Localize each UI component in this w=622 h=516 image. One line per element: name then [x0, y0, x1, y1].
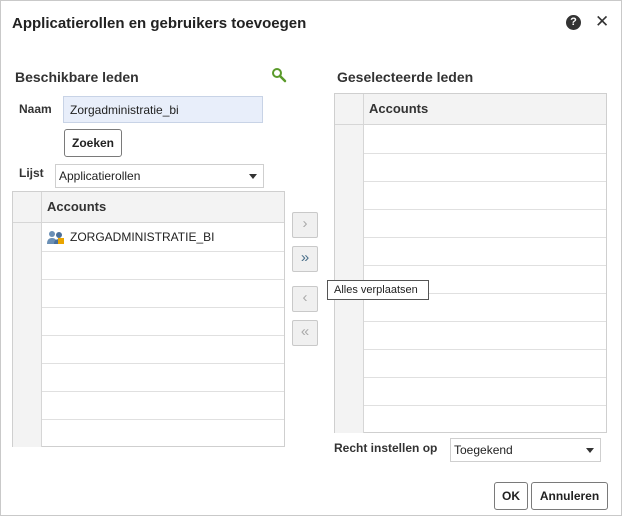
account-name: ZORGADMINISTRATIE_BI	[70, 230, 215, 244]
row-gutter	[335, 209, 364, 237]
row-gutter	[13, 335, 42, 363]
table-header: Accounts	[13, 192, 284, 223]
row-gutter	[335, 349, 364, 377]
chevron-down-icon	[249, 174, 257, 179]
row-gutter	[13, 391, 42, 419]
dialog: Applicatierollen en gebruikers toevoegen…	[0, 0, 622, 516]
table-row	[13, 391, 284, 420]
list-label: Lijst	[19, 166, 44, 180]
cancel-button[interactable]: Annuleren	[531, 482, 608, 510]
table-row	[13, 335, 284, 364]
row-gutter	[335, 321, 364, 349]
row-gutter	[13, 419, 42, 447]
selected-accounts-table: Accounts	[334, 93, 607, 433]
table-header: Accounts	[335, 94, 606, 125]
name-input[interactable]: Zorgadministratie_bi	[63, 96, 263, 123]
name-label: Naam	[19, 102, 52, 116]
dialog-title: Applicatierollen en gebruikers toevoegen	[12, 15, 307, 32]
permission-label: Recht instellen op	[334, 441, 438, 455]
list-select[interactable]: Applicatierollen	[55, 164, 264, 188]
permission-select-value: Toegekend	[454, 443, 513, 457]
row-gutter	[335, 125, 364, 153]
table-row	[13, 279, 284, 308]
ok-button[interactable]: OK	[494, 482, 528, 510]
table-row	[335, 181, 606, 210]
permission-select[interactable]: Toegekend	[450, 438, 601, 462]
search-icon[interactable]	[271, 67, 287, 83]
row-gutter	[13, 223, 42, 251]
row-gutter	[13, 279, 42, 307]
remove-all-button[interactable]: «	[292, 320, 318, 346]
table-row	[13, 419, 284, 447]
table-row	[335, 321, 606, 350]
move-button[interactable]: ›	[292, 212, 318, 238]
move-all-button[interactable]: »	[292, 246, 318, 272]
application-role-icon	[47, 229, 65, 245]
table-row	[335, 125, 606, 154]
table-row	[335, 405, 606, 433]
available-accounts-table: Accounts ZORGADMINISTRATIE_BI	[12, 191, 285, 447]
table-row	[335, 153, 606, 182]
row-gutter	[335, 153, 364, 181]
table-header-corner	[13, 192, 42, 222]
chevron-down-icon	[586, 448, 594, 453]
row-gutter	[335, 377, 364, 405]
table-row	[335, 237, 606, 266]
help-icon[interactable]: ?	[566, 15, 581, 30]
row-gutter	[335, 181, 364, 209]
table-row	[13, 251, 284, 280]
table-row	[335, 209, 606, 238]
row-gutter	[13, 363, 42, 391]
table-row[interactable]: ZORGADMINISTRATIE_BI	[13, 223, 284, 252]
available-members-title: Beschikbare leden	[15, 69, 139, 85]
table-row	[335, 377, 606, 406]
accounts-column-header[interactable]: Accounts	[47, 199, 106, 214]
accounts-column-header[interactable]: Accounts	[369, 101, 428, 116]
table-row	[13, 307, 284, 336]
row-gutter	[335, 237, 364, 265]
search-button[interactable]: Zoeken	[64, 129, 122, 157]
list-select-value: Applicatierollen	[59, 169, 141, 183]
row-gutter	[335, 405, 364, 433]
table-header-corner	[335, 94, 364, 124]
selected-members-title: Geselecteerde leden	[337, 69, 474, 85]
table-row	[13, 363, 284, 392]
row-gutter	[13, 307, 42, 335]
remove-button[interactable]: ‹	[292, 286, 318, 312]
row-gutter	[13, 251, 42, 279]
table-row	[335, 349, 606, 378]
close-icon[interactable]: ✕	[595, 12, 609, 32]
move-all-tooltip: Alles verplaatsen	[327, 280, 429, 300]
